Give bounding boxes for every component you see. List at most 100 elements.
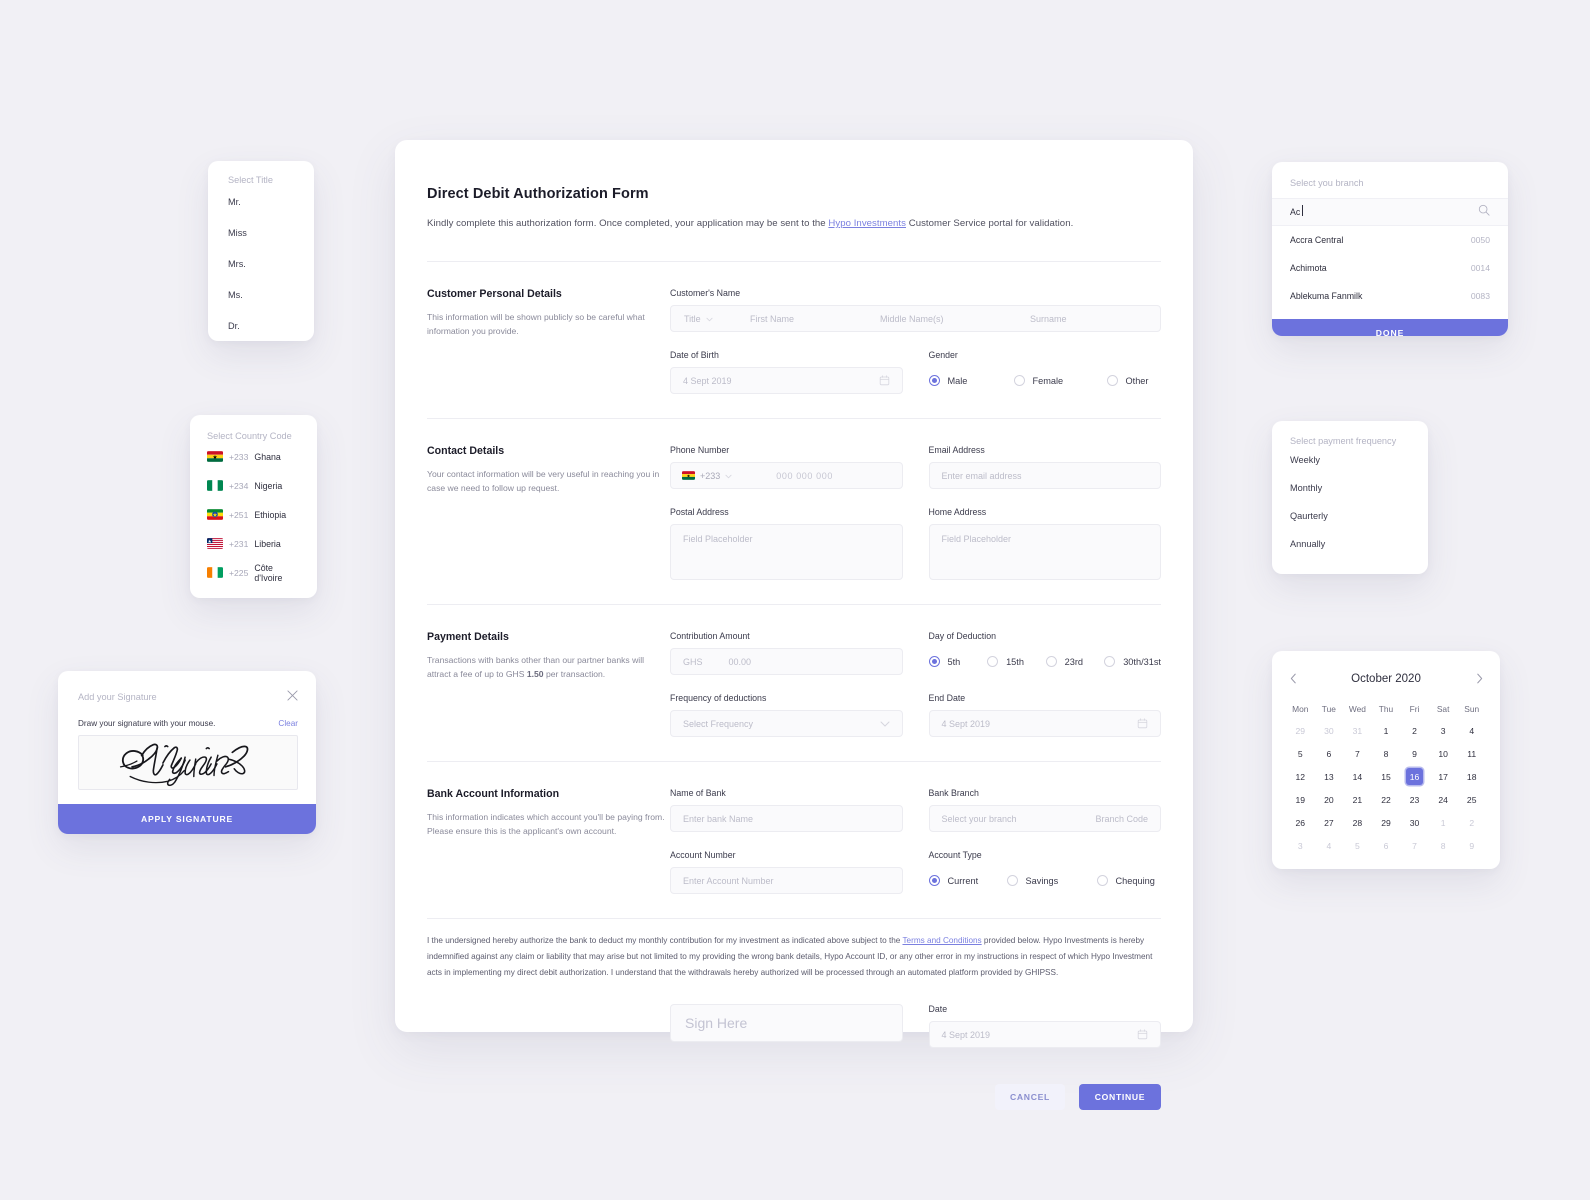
calendar-day[interactable]: 25 — [1457, 788, 1486, 811]
chevron-right-icon[interactable] — [1472, 673, 1486, 686]
middle-name-input[interactable]: Middle Name(s) — [867, 314, 1017, 324]
calendar-day[interactable]: 5 — [1286, 742, 1315, 765]
calendar-day[interactable]: 28 — [1343, 811, 1372, 834]
calendar-day[interactable]: 7 — [1343, 742, 1372, 765]
calendar-day[interactable]: 5 — [1343, 834, 1372, 857]
surname-input[interactable]: Surname — [1017, 314, 1160, 324]
day-option-30th-31st[interactable]: 30th/31st — [1104, 656, 1161, 667]
email-input[interactable]: Enter email address — [928, 462, 1161, 489]
country-option-ethiopia[interactable]: +251 Ethiopia — [190, 501, 317, 528]
calendar-day[interactable]: 8 — [1429, 834, 1458, 857]
day-option-5th[interactable]: 5th — [928, 656, 988, 667]
close-icon[interactable] — [287, 688, 298, 706]
search-icon[interactable] — [1478, 203, 1490, 221]
calendar-day[interactable]: 14 — [1343, 765, 1372, 788]
calendar-day[interactable]: 3 — [1429, 719, 1458, 742]
calendar-day[interactable]: 16 — [1400, 765, 1429, 788]
calendar-day[interactable]: 1 — [1372, 719, 1401, 742]
calendar-day[interactable]: 17 — [1429, 765, 1458, 788]
calendar-day[interactable]: 11 — [1457, 742, 1486, 765]
gender-option-male[interactable]: Male — [928, 375, 1014, 386]
apply-signature-button[interactable]: APPLY SIGNATURE — [58, 804, 316, 834]
frequency-option-annually[interactable]: Annually — [1272, 530, 1428, 558]
calendar-day[interactable]: 13 — [1315, 765, 1344, 788]
title-option-ms[interactable]: Ms. — [208, 281, 314, 309]
branch-search-input[interactable]: Ac — [1272, 198, 1508, 226]
calendar-day[interactable]: 7 — [1400, 834, 1429, 857]
calendar-icon[interactable] — [1137, 1029, 1148, 1040]
terms-and-conditions-link[interactable]: Terms and Conditions — [902, 936, 981, 945]
branch-done-button[interactable]: DONE — [1272, 319, 1508, 336]
calendar-day[interactable]: 1 — [1429, 811, 1458, 834]
account-type-savings[interactable]: Savings — [1006, 875, 1097, 886]
calendar-day[interactable]: 20 — [1315, 788, 1344, 811]
home-address-input[interactable]: Field Placeholder — [928, 524, 1161, 580]
calendar-day[interactable]: 21 — [1343, 788, 1372, 811]
end-date-input[interactable]: 4 Sept 2019 — [928, 710, 1161, 737]
gender-option-female[interactable]: Female — [1013, 375, 1107, 386]
title-select[interactable]: Title — [671, 314, 737, 324]
calendar-day[interactable]: 8 — [1372, 742, 1401, 765]
branch-option-achimota[interactable]: Achimota 0014 — [1272, 254, 1508, 282]
chevron-left-icon[interactable] — [1286, 673, 1300, 686]
bank-name-input[interactable]: Enter bank Name — [670, 805, 903, 832]
calendar-day[interactable]: 29 — [1372, 811, 1401, 834]
calendar-day[interactable]: 22 — [1372, 788, 1401, 811]
frequency-select[interactable]: Select Frequency — [670, 710, 903, 737]
account-type-current[interactable]: Current — [928, 875, 1007, 886]
branch-option-accra-central[interactable]: Accra Central 0050 — [1272, 226, 1508, 254]
country-code-select[interactable]: +233 — [682, 471, 732, 481]
day-option-15th[interactable]: 15th — [987, 656, 1046, 667]
calendar-day[interactable]: 26 — [1286, 811, 1315, 834]
calendar-day[interactable]: 30 — [1400, 811, 1429, 834]
signature-canvas[interactable] — [78, 735, 298, 790]
calendar-day[interactable]: 2 — [1457, 811, 1486, 834]
frequency-option-weekly[interactable]: Weekly — [1272, 446, 1428, 474]
continue-button[interactable]: CONTINUE — [1079, 1084, 1161, 1111]
title-option-mrs[interactable]: Mrs. — [208, 250, 314, 278]
frequency-option-monthly[interactable]: Monthly — [1272, 474, 1428, 502]
calendar-icon[interactable] — [879, 375, 890, 386]
country-option-nigeria[interactable]: +234 Nigeria — [190, 472, 317, 499]
calendar-day[interactable]: 6 — [1372, 834, 1401, 857]
calendar-day[interactable]: 30 — [1315, 719, 1344, 742]
calendar-day[interactable]: 4 — [1457, 719, 1486, 742]
signature-date-input[interactable]: 4 Sept 2019 — [928, 1021, 1161, 1049]
calendar-day[interactable]: 15 — [1372, 765, 1401, 788]
account-number-input[interactable]: Enter Account Number — [670, 867, 903, 894]
signature-input[interactable]: Sign Here — [670, 1004, 903, 1043]
dob-input[interactable]: 4 Sept 2019 — [670, 367, 903, 394]
bank-branch-input[interactable]: Select your branch Branch Code — [928, 805, 1161, 832]
calendar-day[interactable]: 3 — [1286, 834, 1315, 857]
chevron-down-icon[interactable] — [880, 721, 890, 727]
account-type-chequing[interactable]: Chequing — [1096, 875, 1155, 886]
title-option-mr[interactable]: Mr. — [208, 188, 314, 216]
calendar-day[interactable]: 4 — [1315, 834, 1344, 857]
calendar-day[interactable]: 6 — [1315, 742, 1344, 765]
calendar-day[interactable]: 24 — [1429, 788, 1458, 811]
country-option-ghana[interactable]: +233 Ghana — [190, 443, 317, 470]
postal-address-input[interactable]: Field Placeholder — [670, 524, 903, 580]
contribution-amount-input[interactable]: GHS 00.00 — [670, 648, 903, 675]
gender-option-other[interactable]: Other — [1106, 375, 1148, 386]
calendar-day[interactable]: 27 — [1315, 811, 1344, 834]
first-name-input[interactable]: First Name — [737, 314, 867, 324]
country-option-cote-divoire[interactable]: +225 Côte d'Ivoire — [190, 559, 317, 586]
phone-input[interactable]: +233 000 000 000 — [670, 462, 903, 489]
calendar-day[interactable]: 31 — [1343, 719, 1372, 742]
title-option-dr[interactable]: Dr. — [208, 312, 314, 340]
frequency-option-quarterly[interactable]: Qaurterly — [1272, 502, 1428, 530]
calendar-day[interactable]: 10 — [1429, 742, 1458, 765]
calendar-day[interactable]: 2 — [1400, 719, 1429, 742]
branch-option-ablekuma-fanmilk[interactable]: Ablekuma Fanmilk 0083 — [1272, 282, 1508, 310]
title-option-miss[interactable]: Miss — [208, 219, 314, 247]
clear-signature-button[interactable]: Clear — [278, 719, 298, 728]
day-option-23rd[interactable]: 23rd — [1045, 656, 1105, 667]
calendar-day[interactable]: 18 — [1457, 765, 1486, 788]
calendar-day[interactable]: 9 — [1457, 834, 1486, 857]
calendar-day[interactable]: 23 — [1400, 788, 1429, 811]
calendar-day[interactable]: 29 — [1286, 719, 1315, 742]
country-option-liberia[interactable]: +231 Liberia — [190, 530, 317, 557]
hypo-investments-link[interactable]: Hypo Investments — [828, 218, 906, 229]
cancel-button[interactable]: CANCEL — [995, 1084, 1065, 1111]
